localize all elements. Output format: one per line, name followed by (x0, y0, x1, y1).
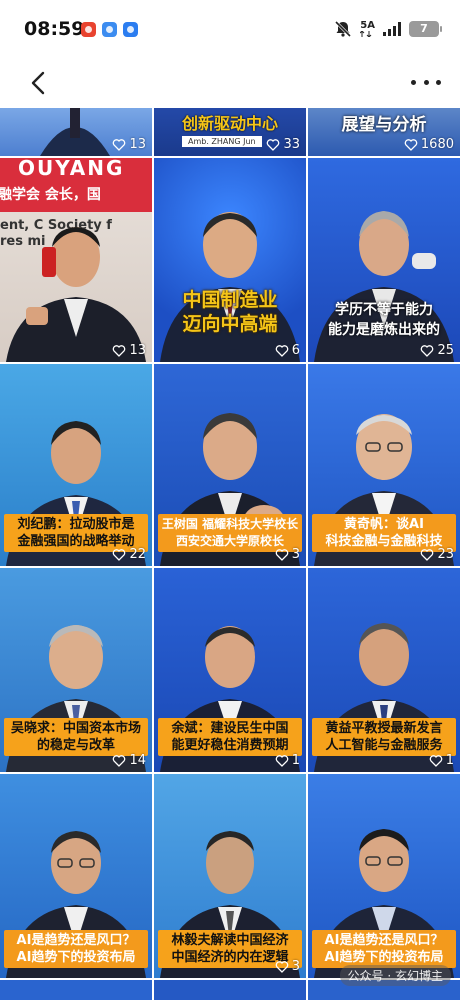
like-count: 1680 (404, 137, 454, 152)
bulb-app-icon (102, 22, 117, 37)
tile-caption: 黄益平教授最新发言 人工智能与金融服务 (312, 718, 456, 756)
video-tile[interactable]: 13 (0, 108, 152, 156)
mute-bell-icon (335, 20, 352, 38)
name-plate: Amb. ZHANG Jun (182, 136, 262, 147)
battery-icon: 7 (409, 21, 442, 37)
like-count: 23 (420, 547, 454, 562)
data-arrows-icon (360, 31, 372, 37)
tile-title: 中国制造业 迈向中高端 (182, 289, 278, 335)
like-count: 14 (112, 753, 146, 768)
video-tile[interactable]: 吴晓求：中国资本市场 的稳定与改革 14 (0, 568, 152, 772)
tile-caption: 余斌：建设民生中国 能更好稳住消费预期 (158, 718, 302, 756)
heart-icon (267, 138, 280, 151)
like-count-text: 25 (437, 343, 454, 358)
status-indicators: 5A 7 (334, 20, 442, 38)
video-tile[interactable]: 余斌：建设民生中国 能更好稳住消费预期 1 (154, 568, 306, 772)
like-count-text: 1 (445, 753, 454, 768)
like-count: 25 (420, 343, 454, 358)
like-count: 1 (275, 753, 300, 768)
video-tile[interactable]: 黄益平教授最新发言 人工智能与金融服务 1 (308, 568, 460, 772)
status-time: 08:59 (24, 18, 85, 40)
heart-icon (275, 344, 288, 357)
like-count: 22 (112, 547, 146, 562)
like-count: 33 (266, 137, 300, 152)
like-count: 3 (275, 959, 300, 974)
like-count: 6 (275, 343, 300, 358)
tile-title: 学历不等于能力 能力是磨炼出来的 (328, 302, 440, 338)
watermark: 公众号 · 玄幻博主 (339, 965, 451, 986)
video-tile[interactable]: AI是趋势还是风口？ AI趋势下的投资布局 (0, 774, 152, 978)
nav-bar (0, 58, 461, 108)
video-tile[interactable]: 林毅夫解读中国经济 中国经济的内在逻辑 3 (154, 774, 306, 978)
video-tile[interactable] (154, 980, 306, 1000)
like-count-text: 13 (129, 343, 146, 358)
heart-icon (421, 548, 434, 561)
like-count-text: 6 (291, 343, 300, 358)
tile-caption: AI是趋势还是风口？ AI趋势下的投资布局 (4, 930, 148, 968)
heart-icon (429, 754, 442, 767)
like-count-text: 14 (129, 753, 146, 768)
video-tile[interactable]: AI是趋势还是风口？ AI趋势下的投资布局 (308, 774, 460, 978)
battery-level: 7 (420, 22, 428, 35)
heart-icon (421, 344, 434, 357)
like-count-text: 23 (437, 547, 454, 562)
heart-icon (275, 754, 288, 767)
heart-icon (113, 754, 126, 767)
heart-icon (275, 960, 288, 973)
status-bar: 08:59 5A 7 (0, 0, 461, 58)
video-app-icon (81, 22, 96, 37)
more-dots-icon[interactable] (411, 72, 441, 92)
like-count: 3 (275, 547, 300, 562)
fingerprint-app-icon (123, 22, 138, 37)
heart-icon (113, 344, 126, 357)
tile-headline: 展望与分析 (341, 115, 427, 135)
video-tile[interactable]: 展望与分析 1680 (308, 108, 460, 156)
video-tile[interactable]: 黄奇帆：谈AI 科技金融与金融科技 23 (308, 364, 460, 566)
like-count-text: 3 (291, 547, 300, 562)
tile-headline: 创新驱动中心 (181, 114, 278, 133)
speaker-photo (6, 227, 146, 362)
heart-icon (113, 138, 126, 151)
network-label: 5A (360, 20, 375, 31)
like-count-text: 13 (129, 137, 146, 152)
video-tile[interactable]: OUYANG 融学会 会长，国 ent, C Society f res mi … (0, 158, 152, 362)
video-tile[interactable]: 王树国 福耀科技大学校长 西安交通大学原校长 3 (154, 364, 306, 566)
video-grid: 13 创新驱动中心 Amb. ZHANG Jun 33 展望与分析 1680 O… (0, 108, 461, 1000)
heart-icon (275, 548, 288, 561)
like-count: 1 (429, 753, 454, 768)
heart-icon (113, 548, 126, 561)
tile-caption: AI是趋势还是风口？ AI趋势下的投资布局 (312, 930, 456, 968)
like-count-text: 1 (291, 753, 300, 768)
video-tile[interactable]: 学历不等于能力 能力是磨炼出来的 25 (308, 158, 460, 362)
tile-caption: 吴晓求：中国资本市场 的稳定与改革 (4, 718, 148, 756)
video-tile[interactable]: 中国制造业 迈向中高端 6 (154, 158, 306, 362)
heart-icon (404, 138, 418, 151)
video-tile[interactable]: 刘纪鹏：拉动股市是 金融强国的战略举动 22 (0, 364, 152, 566)
video-tile[interactable]: 创新驱动中心 Amb. ZHANG Jun 33 (154, 108, 306, 156)
banner-name: OUYANG (18, 158, 125, 180)
signal-icon (383, 22, 401, 36)
like-count-text: 1680 (420, 137, 454, 152)
video-tile[interactable] (0, 980, 152, 1000)
like-count-text: 33 (283, 137, 300, 152)
like-count-text: 3 (291, 959, 300, 974)
like-count-text: 22 (129, 547, 146, 562)
like-count: 13 (112, 343, 146, 358)
chevron-left-icon[interactable] (24, 68, 54, 98)
like-count: 13 (112, 137, 146, 152)
